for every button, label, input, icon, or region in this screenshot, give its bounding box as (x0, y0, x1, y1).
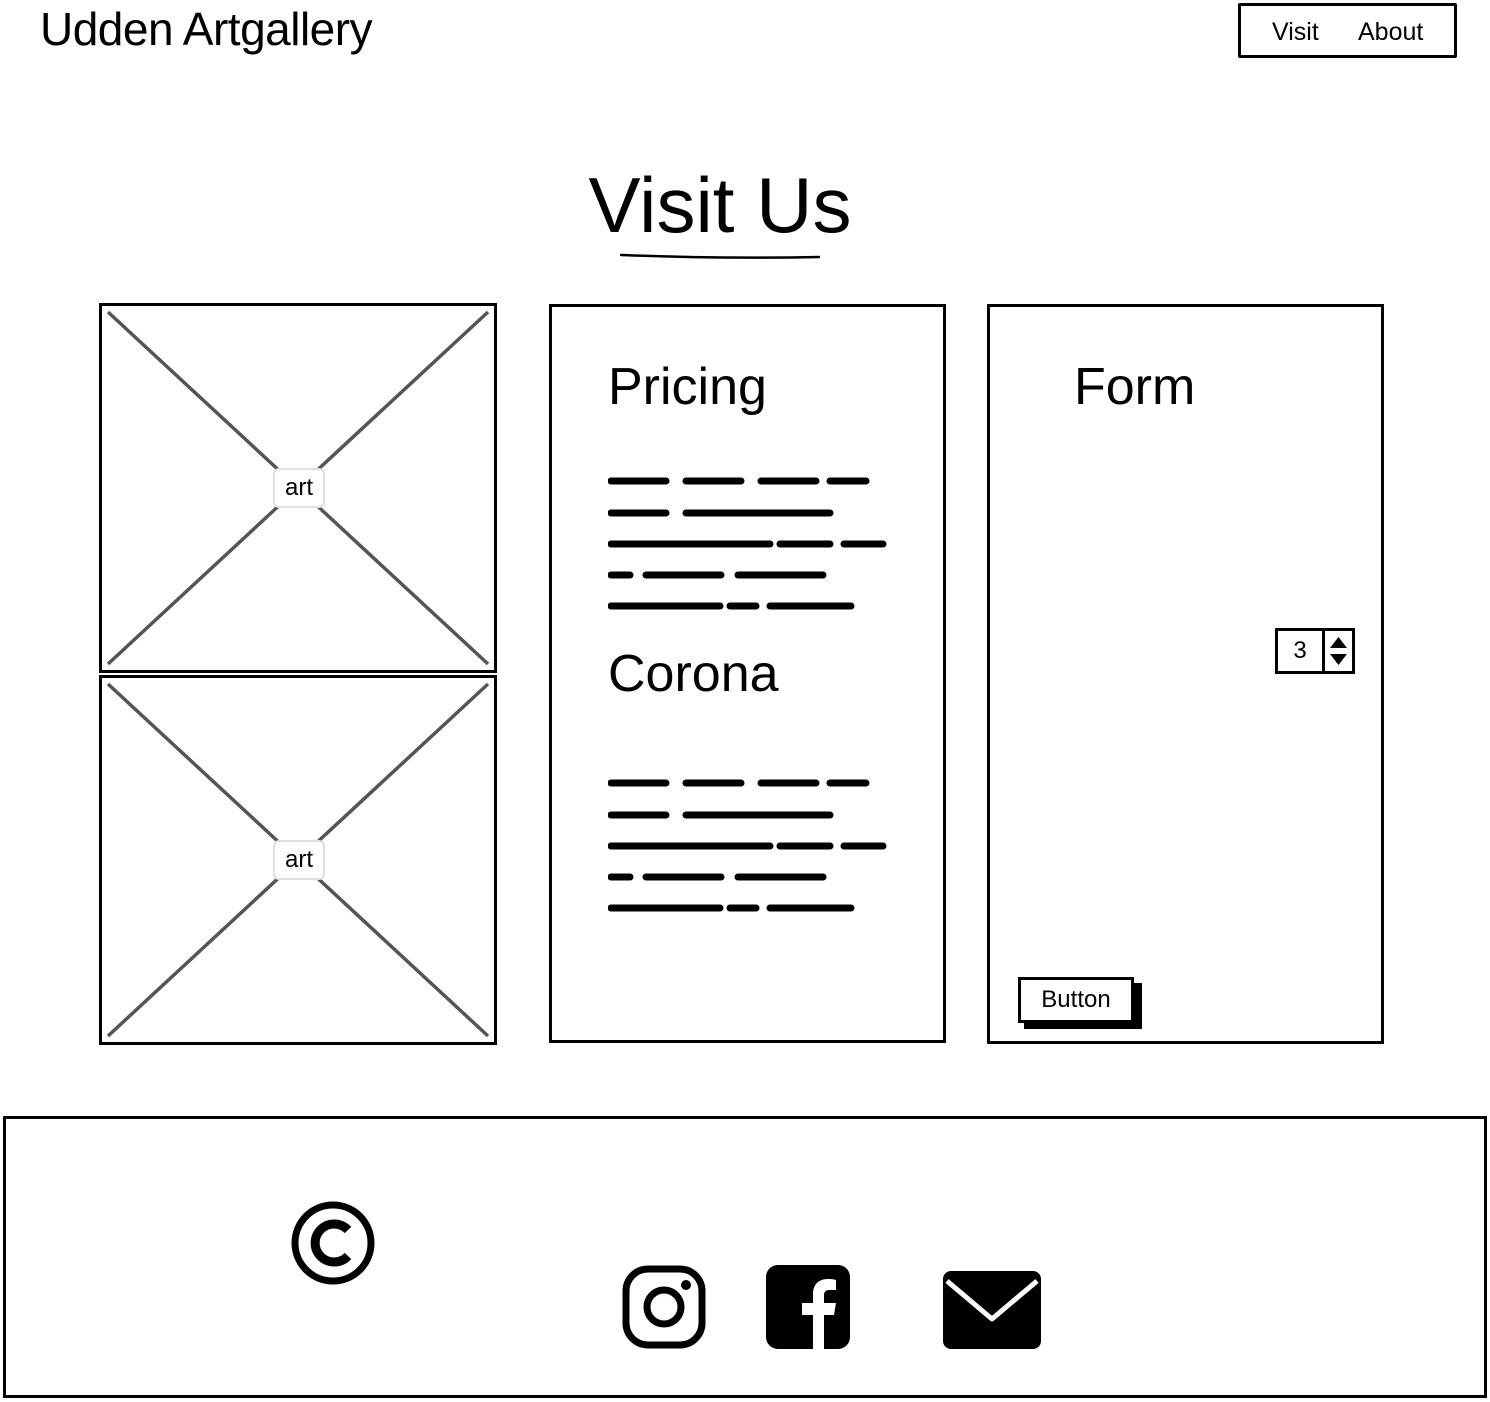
stepper-arrows[interactable] (1322, 631, 1352, 671)
mail-icon[interactable] (943, 1271, 1041, 1349)
art-image-placeholder-1: art (99, 303, 497, 673)
quantity-stepper[interactable]: 3 (1275, 628, 1355, 674)
image-label: art (273, 840, 325, 880)
form-card: Form 3 Button (987, 304, 1384, 1044)
page-title: Visit Us (588, 161, 852, 249)
up-down-arrows-icon[interactable] (1325, 631, 1352, 671)
title-underline (620, 253, 820, 259)
facebook-icon[interactable] (766, 1265, 850, 1349)
site-title: Udden Artgallery (40, 3, 373, 55)
image-label: art (273, 468, 325, 508)
stepper-value: 3 (1293, 637, 1307, 664)
main-nav: Visit About (1238, 3, 1457, 58)
placeholder-text-scribble (608, 477, 887, 610)
copyright-icon (291, 1201, 375, 1285)
corona-heading: Corona (608, 645, 779, 703)
submit-button[interactable]: Button (1018, 977, 1134, 1023)
form-heading: Form (1074, 358, 1196, 416)
nav-link-visit[interactable]: Visit (1272, 17, 1319, 47)
nav-link-about[interactable]: About (1358, 17, 1423, 47)
placeholder-text-scribble (608, 779, 887, 912)
pricing-heading: Pricing (608, 358, 767, 416)
art-image-placeholder-2: art (99, 675, 497, 1045)
info-card: Pricing Corona (549, 304, 946, 1043)
instagram-icon[interactable] (622, 1265, 706, 1349)
footer (3, 1116, 1487, 1398)
